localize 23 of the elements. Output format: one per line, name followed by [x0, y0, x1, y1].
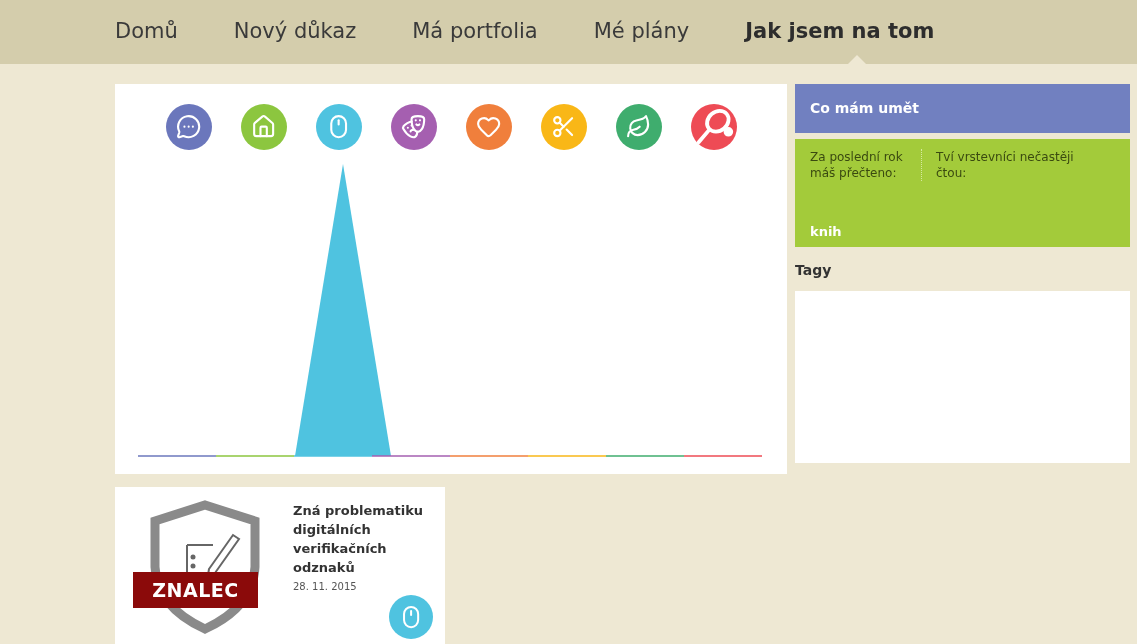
nav-tab[interactable]: Mé plány — [593, 16, 690, 48]
house-icon[interactable] — [241, 104, 287, 150]
theater-masks-icon[interactable] — [391, 104, 437, 150]
peers-label: Tví vrstevníci nečastěji čtou: — [935, 149, 1075, 181]
badge-date: 28. 11. 2015 — [293, 580, 358, 594]
nav-tab[interactable]: Jak jsem na tom — [745, 16, 935, 48]
read-label: Za poslední rok máš přečteno: — [810, 149, 922, 181]
mouse-icon[interactable] — [316, 104, 362, 150]
nav-tab[interactable]: Má portfolia — [412, 16, 538, 48]
panel-header: Co mám umět — [795, 84, 1130, 133]
active-tab-notch — [847, 55, 866, 64]
mouse-icon[interactable] — [389, 595, 433, 639]
leaf-icon[interactable] — [616, 104, 662, 150]
racket-icon[interactable] — [691, 104, 737, 150]
nav-tab[interactable]: Domů — [115, 16, 178, 48]
badge-title: Zná problematiku digitálních verifikačních odznaků — [293, 502, 425, 577]
badge-banner: ZNALEC — [133, 572, 258, 608]
badge-card[interactable]: ZNALEC Zná problematiku digitálních verifikačních odznaků 28. 11. 2015 — [115, 487, 445, 644]
scissors-icon[interactable] — [541, 104, 587, 150]
tags-heading: Tagy — [795, 261, 833, 280]
nav-tab[interactable]: Nový důkaz — [233, 16, 357, 48]
speech-bubble-icon[interactable] — [166, 104, 212, 150]
books-unit: knih — [810, 222, 843, 241]
